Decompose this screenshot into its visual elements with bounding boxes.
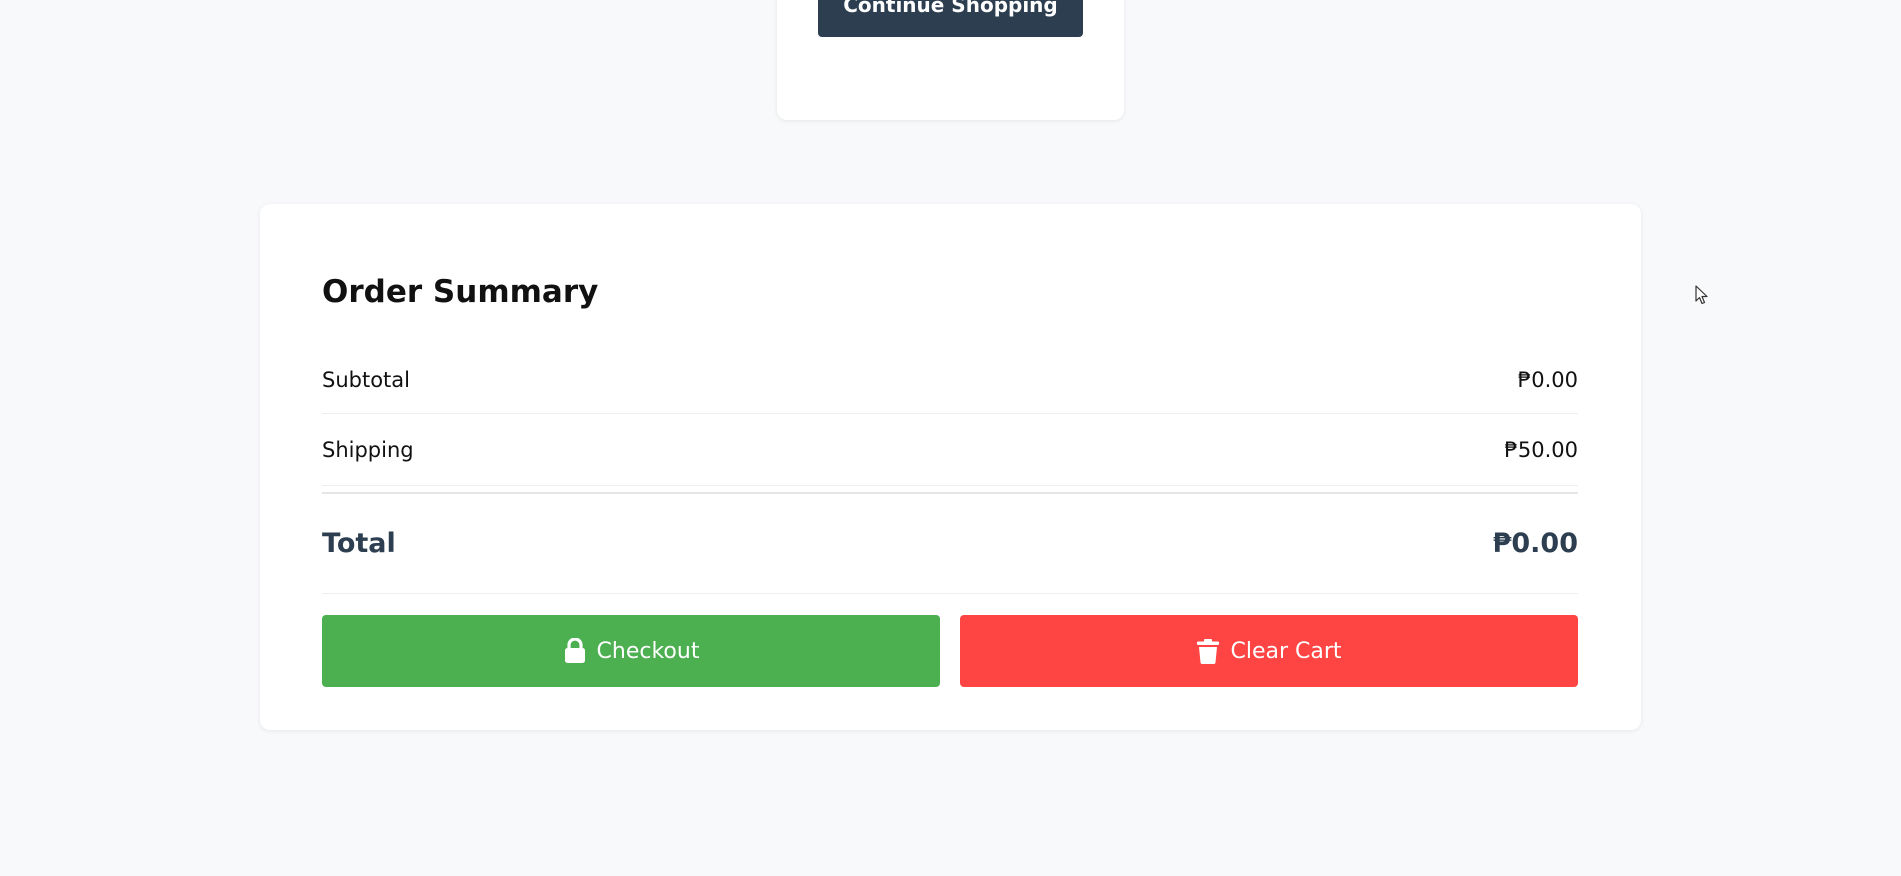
shipping-row: Shipping ₱50.00 [322, 414, 1578, 486]
subtotal-row: Subtotal ₱0.00 [322, 346, 1578, 414]
subtotal-value: ₱0.00 [1517, 367, 1578, 392]
total-row: Total ₱0.00 [322, 494, 1578, 594]
trash-icon [1196, 638, 1220, 664]
shipping-value: ₱50.00 [1504, 437, 1578, 462]
continue-shopping-label: Continue Shopping [843, 0, 1058, 17]
order-summary-title: Order Summary [322, 274, 599, 310]
total-label: Total [322, 528, 396, 559]
clear-cart-label: Clear Cart [1230, 638, 1342, 664]
subtotal-label: Subtotal [322, 367, 410, 392]
continue-shopping-button[interactable]: Continue Shopping [818, 0, 1083, 37]
total-value: ₱0.00 [1492, 528, 1578, 559]
checkout-button[interactable]: Checkout [322, 615, 940, 687]
checkout-label: Checkout [596, 638, 700, 664]
clear-cart-button[interactable]: Clear Cart [960, 615, 1578, 687]
mouse-cursor-icon [1695, 285, 1709, 305]
shipping-label: Shipping [322, 437, 414, 462]
lock-icon [563, 637, 587, 664]
order-summary-card: Order Summary Subtotal ₱0.00 Shipping ₱5… [260, 204, 1641, 730]
empty-cart-card: Continue Shopping [777, 0, 1124, 120]
